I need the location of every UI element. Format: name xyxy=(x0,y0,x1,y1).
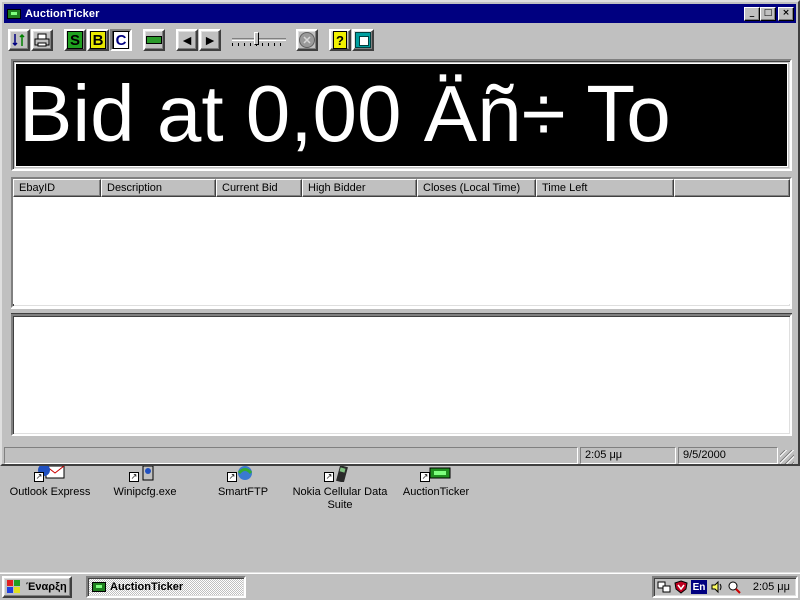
taskbar-button-auctionticker[interactable]: AuctionTicker xyxy=(86,576,246,598)
shortcut-arrow-icon: ↗ xyxy=(324,472,334,482)
desktop-icon-smartftp[interactable]: ↗ SmartFTP xyxy=(193,466,293,499)
antivirus-shield-icon[interactable] xyxy=(674,580,688,594)
speed-slider[interactable] xyxy=(230,29,288,51)
c-icon: C xyxy=(113,31,129,49)
auctionticker-app-icon xyxy=(92,582,106,592)
window-title: AuctionTicker xyxy=(25,7,100,20)
smartftp-icon: ↗ xyxy=(227,466,259,482)
stop-icon: ✕ xyxy=(299,32,315,48)
status-bar: 2:05 μμ 9/5/2000 xyxy=(4,447,796,465)
volume-icon[interactable] xyxy=(710,580,724,594)
shortcut-arrow-icon: ↗ xyxy=(227,472,237,482)
list-header: EbayID Description Current Bid High Bidd… xyxy=(13,179,790,197)
auctionticker-icon: ↗ xyxy=(420,466,452,482)
system-tray: En 2:05 μμ xyxy=(652,576,798,598)
windows-logo-icon xyxy=(7,580,23,594)
desktop-icon-label: Winipcfg.exe xyxy=(113,486,177,498)
column-header-high-bidder[interactable]: High Bidder xyxy=(302,179,417,197)
auction-list[interactable]: EbayID Description Current Bid High Bidd… xyxy=(11,177,792,308)
language-indicator[interactable]: En xyxy=(691,580,707,594)
sort-icon xyxy=(12,33,25,47)
column-header-empty[interactable] xyxy=(674,179,790,197)
stop-button[interactable]: ✕ xyxy=(296,29,318,51)
desktop-icon-nokia[interactable]: ↗ Nokia Cellular Data Suite xyxy=(290,465,390,512)
nokia-icon: ↗ xyxy=(324,465,356,483)
ticker-icon xyxy=(146,36,162,44)
taskbar: Έναρξη AuctionTicker En 2:05 μμ xyxy=(0,572,800,600)
status-time: 2:05 μμ xyxy=(580,447,676,464)
desktop-icon-label: SmartFTP xyxy=(217,486,269,498)
status-date: 9/5/2000 xyxy=(678,447,778,464)
ticker-frame: Bid at 0,00 Äñ÷ To xyxy=(11,59,792,171)
taskbar-button-label: AuctionTicker xyxy=(110,581,184,593)
window-controls: _ □ × xyxy=(744,6,794,21)
help-button[interactable]: ? xyxy=(329,29,351,51)
title-bar[interactable]: AuctionTicker _ □ × xyxy=(4,4,796,23)
s-icon: S xyxy=(67,31,83,49)
outlook-express-icon: ↗ xyxy=(34,464,66,482)
desktop: ↗ Outlook Express ↗ Winipcfg.exe ↗ Smart… xyxy=(0,464,800,572)
status-message xyxy=(4,447,578,464)
desktop-icon-label: AuctionTicker xyxy=(402,486,470,498)
column-header-current-bid[interactable]: Current Bid xyxy=(216,179,302,197)
desktop-icon-outlook-express[interactable]: ↗ Outlook Express xyxy=(0,464,100,499)
slider-ticks xyxy=(232,43,286,46)
exit-button[interactable] xyxy=(352,29,374,51)
exit-icon xyxy=(355,32,371,48)
winipcfg-icon: ↗ xyxy=(129,465,161,482)
column-header-ebayid[interactable]: EbayID xyxy=(13,179,101,197)
print-button[interactable] xyxy=(31,29,53,51)
column-header-time-left[interactable]: Time Left xyxy=(536,179,674,197)
printer-icon xyxy=(34,33,50,47)
maximize-button[interactable]: □ xyxy=(760,6,776,21)
search-icon[interactable] xyxy=(727,580,741,594)
auctionticker-app-icon[interactable] xyxy=(7,8,21,19)
resize-grip[interactable] xyxy=(780,450,794,464)
ticker-toggle-button[interactable] xyxy=(143,29,165,51)
details-pane[interactable] xyxy=(11,314,792,436)
ticker-display: Bid at 0,00 Äñ÷ To xyxy=(15,63,788,167)
column-header-closes[interactable]: Closes (Local Time) xyxy=(417,179,536,197)
column-header-description[interactable]: Description xyxy=(101,179,216,197)
back-button[interactable]: ◄ xyxy=(176,29,198,51)
desktop-icon-label: Outlook Express xyxy=(9,486,91,498)
current-button[interactable]: C xyxy=(110,29,132,51)
sell-button[interactable]: S xyxy=(64,29,86,51)
forward-button[interactable]: ► xyxy=(199,29,221,51)
b-icon: B xyxy=(90,31,106,49)
tray-clock[interactable]: 2:05 μμ xyxy=(753,581,790,593)
desktop-icon-winipcfg[interactable]: ↗ Winipcfg.exe xyxy=(95,465,195,499)
list-body[interactable] xyxy=(13,197,790,304)
arrow-right-icon: ► xyxy=(203,32,217,48)
slider-track xyxy=(232,38,286,41)
help-icon: ? xyxy=(333,31,347,49)
slider-thumb[interactable] xyxy=(254,32,259,45)
buy-button[interactable]: B xyxy=(87,29,109,51)
desktop-icon-auctionticker[interactable]: ↗ AuctionTicker xyxy=(386,466,486,499)
sort-button[interactable] xyxy=(8,29,30,51)
shortcut-arrow-icon: ↗ xyxy=(34,472,44,482)
minimize-button[interactable]: _ xyxy=(744,6,760,21)
app-window: AuctionTicker _ □ × S B C ◄ ► ✕ ? Bid at… xyxy=(0,0,800,466)
start-label: Έναρξη xyxy=(26,581,67,593)
shortcut-arrow-icon: ↗ xyxy=(420,472,430,482)
start-button[interactable]: Έναρξη xyxy=(2,576,72,598)
desktop-icon-label: Nokia Cellular Data Suite xyxy=(292,486,388,511)
toolbar: S B C ◄ ► ✕ ? xyxy=(4,26,796,54)
network-icon[interactable] xyxy=(657,580,671,594)
close-button[interactable]: × xyxy=(778,6,794,21)
arrow-left-icon: ◄ xyxy=(180,32,194,48)
shortcut-arrow-icon: ↗ xyxy=(129,472,139,482)
